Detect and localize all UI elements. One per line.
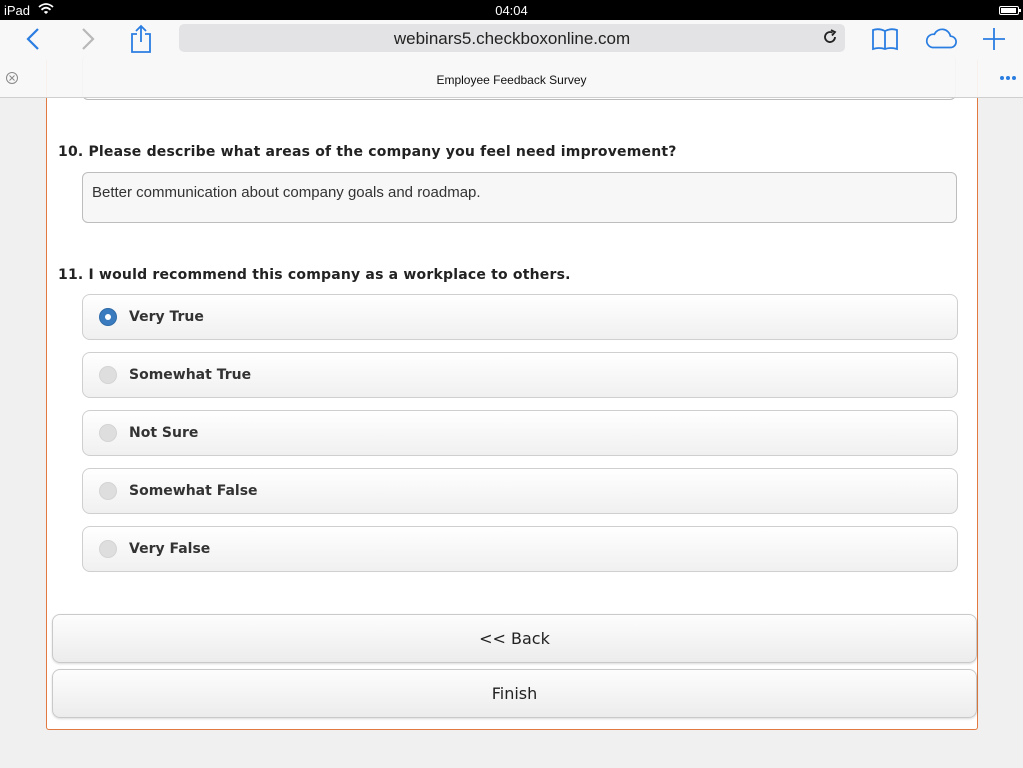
address-bar[interactable]: webinars5.checkboxonline.com [179,24,845,52]
tab-bar: Employee Feedback Survey [0,58,1023,98]
status-time: 04:04 [495,3,528,18]
option-not-sure[interactable]: Not Sure [82,410,958,456]
option-somewhat-true[interactable]: Somewhat True [82,352,958,398]
finish-button[interactable]: Finish [52,669,977,718]
question-10: 10. Please describe what areas of the co… [58,144,677,160]
bookmarks-icon [872,28,898,51]
icloud-tabs-icon [925,28,957,49]
option-somewhat-false[interactable]: Somewhat False [82,468,958,514]
new-tab-icon [983,28,1005,50]
option-label: Somewhat False [129,483,258,499]
radio-icon[interactable] [99,424,117,442]
share-icon [131,24,151,53]
radio-selected-icon[interactable] [99,308,117,326]
reload-icon [824,29,837,43]
url-text: webinars5.checkboxonline.com [393,29,631,48]
radio-icon[interactable] [99,540,117,558]
more-icon[interactable] [998,76,1016,80]
tab-title: Employee Feedback Survey [436,73,587,87]
option-label: Very False [129,541,211,557]
question-11: 11. I would recommend this company as a … [58,267,571,283]
option-label: Not Sure [129,425,199,441]
improvement-answer-field[interactable]: Better communication about company goals… [82,172,957,223]
radio-icon[interactable] [99,482,117,500]
option-label: Somewhat True [129,367,252,383]
option-very-false[interactable]: Very False [82,526,958,572]
radio-icon[interactable] [99,366,117,384]
browser-toolbar: webinars5.checkboxonline.com [0,20,1023,58]
new-tab-button[interactable] [977,24,1011,54]
share-button[interactable] [124,24,158,54]
option-label: Very True [129,309,204,325]
forward-nav-button[interactable] [71,24,105,54]
option-very-true[interactable]: Very True [82,294,958,340]
back-nav-button[interactable] [16,24,50,54]
bookmarks-button[interactable] [868,24,902,54]
back-icon [26,28,39,50]
battery-icon [999,6,1021,15]
forward-icon [82,28,95,50]
reload-button[interactable] [821,28,839,51]
icloud-tabs-button[interactable] [924,24,958,54]
back-button[interactable]: << Back [52,614,977,663]
status-bar: iPad 04:04 [0,0,1023,20]
